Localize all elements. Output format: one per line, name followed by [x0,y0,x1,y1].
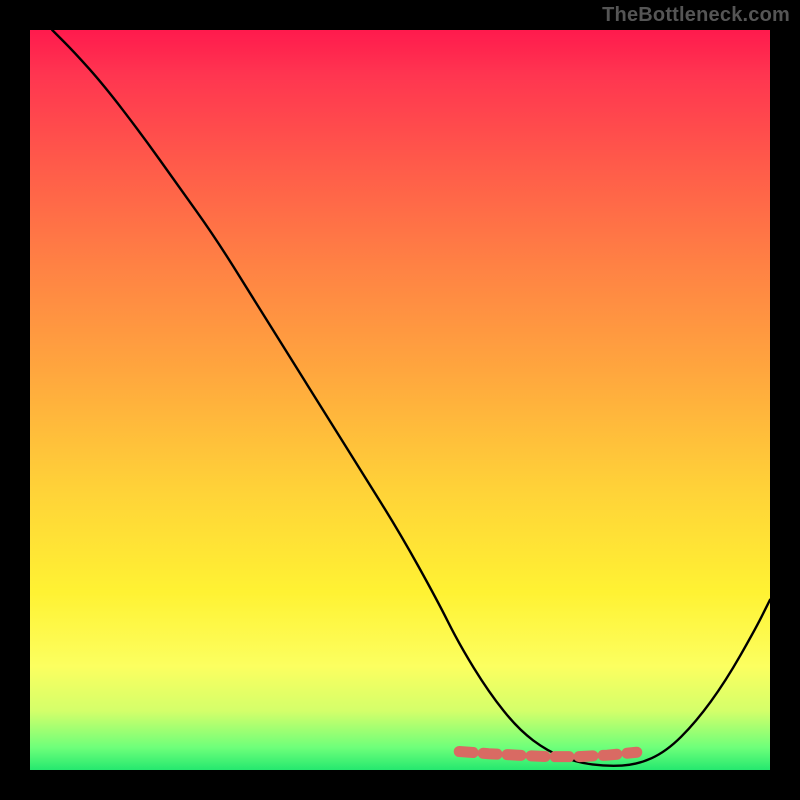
bottleneck-curve [52,30,770,766]
optimal-range-highlight [459,752,637,757]
plot-svg [30,30,770,770]
watermark-label: TheBottleneck.com [602,4,790,27]
chart-frame: TheBottleneck.com [0,0,800,800]
